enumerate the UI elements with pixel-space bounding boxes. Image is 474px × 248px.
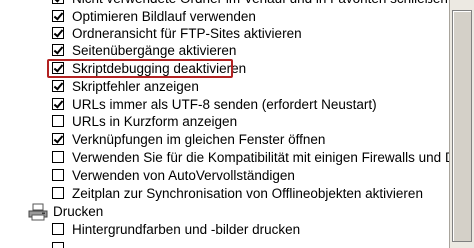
option-row[interactable]: Verwenden Sie für die Kompatibilität mit… <box>0 149 449 168</box>
checkbox[interactable] <box>52 27 64 39</box>
option-row[interactable]: Zeitplan zur Synchronisation von Offline… <box>0 185 449 204</box>
option-label: Optimieren Bildlauf verwenden <box>72 9 256 24</box>
option-label: Ordneransicht für FTP-Sites aktivieren <box>72 26 302 41</box>
option-label: Verwenden von AutoVervollständigen <box>72 168 295 183</box>
scrollbar-thumb[interactable] <box>452 10 472 242</box>
option-row[interactable]: URLs in Kurzform anzeigen <box>0 113 449 132</box>
checkbox[interactable] <box>52 133 64 145</box>
option-row[interactable]: Seitenübergänge aktivieren <box>0 42 449 61</box>
option-label: Skriptfehler anzeigen <box>72 79 199 94</box>
option-row-skriptdebugging[interactable]: Skriptdebugging deaktivieren <box>0 60 449 79</box>
option-row-partial[interactable] <box>0 240 449 248</box>
option-label: Verknüpfungen im gleichen Fenster öffnen <box>72 132 326 147</box>
category-row-drucken[interactable]: Drucken <box>0 203 449 222</box>
checkbox[interactable] <box>52 44 64 56</box>
option-label: Skriptdebugging deaktivieren <box>72 61 247 76</box>
option-label: Seitenübergänge aktivieren <box>72 43 237 58</box>
option-label: URLs immer als UTF-8 senden (erfordert N… <box>72 97 377 112</box>
checkbox[interactable] <box>52 98 64 110</box>
option-row[interactable]: Skriptfehler anzeigen <box>0 78 449 97</box>
advanced-settings-list: Nicht verwendete Ordner im Verlauf und i… <box>0 0 449 248</box>
checkbox[interactable] <box>52 115 64 127</box>
printer-icon <box>28 203 48 221</box>
checkbox[interactable] <box>52 80 64 92</box>
option-label: URLs in Kurzform anzeigen <box>72 114 238 129</box>
checkbox[interactable] <box>52 151 64 163</box>
option-row[interactable]: Verwenden von AutoVervollständigen <box>0 167 449 186</box>
option-label: Nicht verwendete Ordner im Verlauf und i… <box>72 0 448 8</box>
checkbox[interactable] <box>52 169 64 181</box>
option-label: Hintergrundfarben und -bilder drucken <box>72 222 301 237</box>
checkbox[interactable] <box>52 223 64 235</box>
option-row[interactable]: Verknüpfungen im gleichen Fenster öffnen <box>0 131 449 150</box>
option-label: Zeitplan zur Synchronisation von Offline… <box>72 186 423 201</box>
checkbox[interactable] <box>52 242 64 248</box>
checkbox[interactable] <box>52 0 64 4</box>
checkbox[interactable] <box>52 62 64 74</box>
option-label: Verwenden Sie für die Kompatibilität mit… <box>72 150 449 165</box>
category-label: Drucken <box>53 204 104 219</box>
option-row[interactable]: Hintergrundfarben und -bilder drucken <box>0 221 449 240</box>
checkbox[interactable] <box>52 187 64 199</box>
vertical-scrollbar[interactable] <box>449 0 474 248</box>
checkbox[interactable] <box>52 10 64 22</box>
